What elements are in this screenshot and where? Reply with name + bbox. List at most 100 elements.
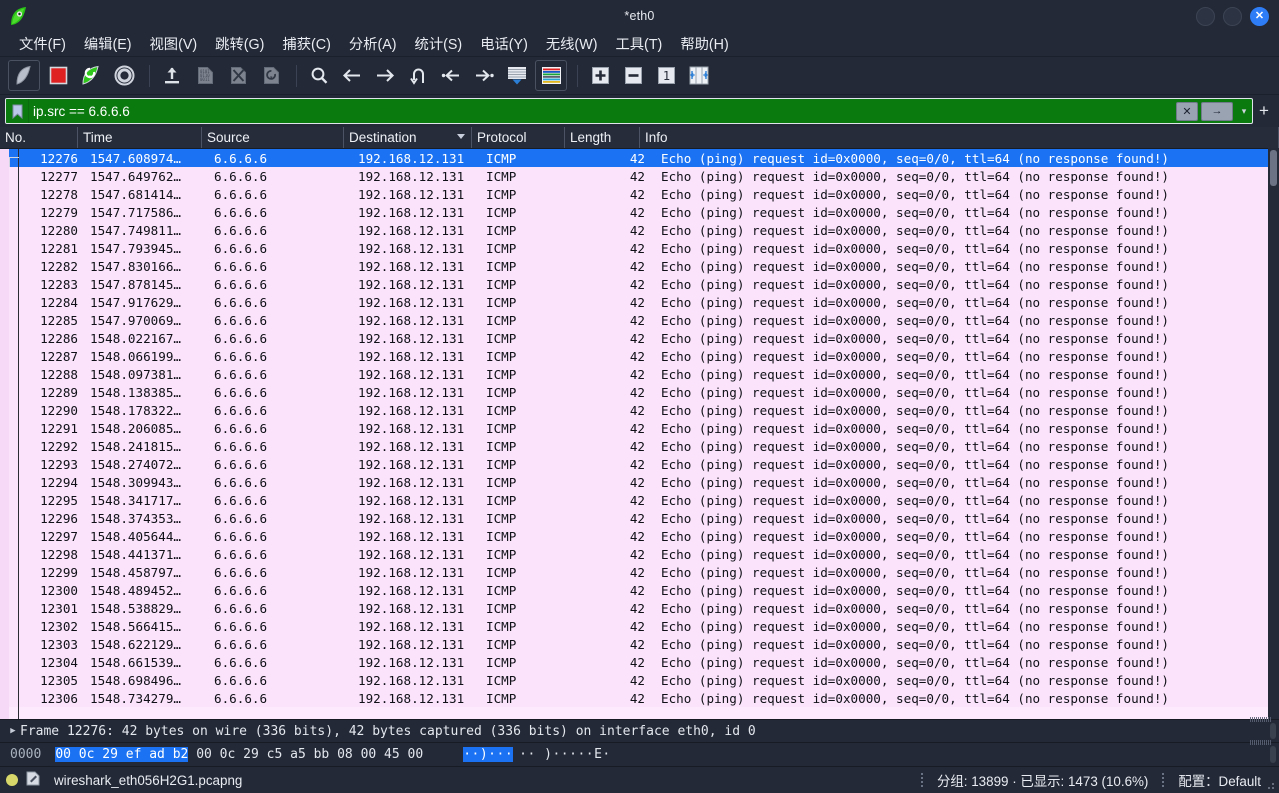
packet-row[interactable]: 12287 1548.066199… 6.6.6.6 192.168.12.131 IC… — [0, 347, 1279, 365]
packet-row[interactable]: 12296 1548.374353… 6.6.6.6 192.168.12.131 IC… — [0, 509, 1279, 527]
apply-filter-button[interactable]: → — [1201, 101, 1233, 121]
packet-time-cell: 1548.178322… — [90, 402, 181, 418]
packet-row[interactable]: 12305 1548.698496… 6.6.6.6 192.168.12.131 IC… — [0, 671, 1279, 689]
packet-row[interactable]: 12288 1548.097381… 6.6.6.6 192.168.12.131 IC… — [0, 365, 1279, 383]
packet-row[interactable]: 12300 1548.489452… 6.6.6.6 192.168.12.131 IC… — [0, 581, 1279, 599]
reload-file-button[interactable] — [256, 61, 286, 90]
packet-row[interactable]: 12277 1547.649762… 6.6.6.6 192.168.12.131 IC… — [0, 167, 1279, 185]
expert-info-icon[interactable] — [6, 774, 18, 786]
go-back-button[interactable] — [337, 61, 367, 90]
packet-row[interactable]: 12294 1548.309943… 6.6.6.6 192.168.12.131 IC… — [0, 473, 1279, 491]
packet-row[interactable]: 12286 1548.022167… 6.6.6.6 192.168.12.131 IC… — [0, 329, 1279, 347]
auto-scroll-button[interactable] — [502, 61, 532, 90]
go-forward-button[interactable] — [370, 61, 400, 90]
add-filter-button[interactable]: + — [1253, 98, 1275, 124]
go-to-packet-button[interactable] — [403, 61, 433, 90]
packet-time-cell: 1548.734279… — [90, 690, 181, 706]
packet-row[interactable]: 12279 1547.717586… 6.6.6.6 192.168.12.131 IC… — [0, 203, 1279, 221]
packet-row[interactable]: 12289 1548.138385… 6.6.6.6 192.168.12.131 IC… — [0, 383, 1279, 401]
packet-row[interactable]: 12306 1548.734279… 6.6.6.6 192.168.12.131 IC… — [0, 689, 1279, 707]
packet-row[interactable]: 12301 1548.538829… 6.6.6.6 192.168.12.131 IC… — [0, 599, 1279, 617]
expand-frame-arrow-icon[interactable]: ▶ — [6, 726, 20, 736]
go-first-packet-button[interactable] — [436, 61, 466, 90]
bytes-pane-resize-grip[interactable] — [1249, 740, 1271, 745]
packet-row[interactable]: 12295 1548.341717… 6.6.6.6 192.168.12.131 IC… — [0, 491, 1279, 509]
packet-row[interactable]: 12302 1548.566415… 6.6.6.6 192.168.12.131 IC… — [0, 617, 1279, 635]
column-header-source[interactable]: Source — [202, 127, 344, 148]
start-capture-button[interactable] — [8, 60, 40, 91]
menu-edit[interactable]: 编辑(E) — [75, 31, 141, 56]
zoom-out-button[interactable] — [618, 61, 648, 90]
hex-bytes-selected[interactable]: 00 0c 29 ef ad b2 — [55, 747, 189, 762]
menu-help[interactable]: 帮助(H) — [671, 31, 737, 56]
menu-statistics[interactable]: 统计(S) — [406, 31, 472, 56]
packet-list-scrollbar-thumb[interactable] — [1270, 150, 1277, 186]
bookmark-icon[interactable] — [6, 99, 29, 123]
packet-row[interactable]: 12293 1548.274072… 6.6.6.6 192.168.12.131 IC… — [0, 455, 1279, 473]
restart-capture-button[interactable] — [76, 61, 106, 90]
menu-view[interactable]: 视图(V) — [141, 31, 207, 56]
packet-rows-container[interactable]: 12276 1547.608974… 6.6.6.6 192.168.12.131 IC… — [0, 149, 1279, 719]
display-filter-input[interactable] — [29, 99, 1176, 123]
packet-row[interactable]: 12290 1548.178322… 6.6.6.6 192.168.12.131 IC… — [0, 401, 1279, 419]
packet-row[interactable]: 12297 1548.405644… 6.6.6.6 192.168.12.131 IC… — [0, 527, 1279, 545]
window-resize-grip[interactable] — [1267, 781, 1276, 790]
packet-details-pane[interactable]: ▶ Frame 12276: 42 bytes on wire (336 bit… — [0, 717, 1279, 742]
minimize-button[interactable] — [1196, 7, 1215, 26]
packet-row[interactable]: 12304 1548.661539… 6.6.6.6 192.168.12.131 IC… — [0, 653, 1279, 671]
packet-row[interactable]: 12282 1547.830166… 6.6.6.6 192.168.12.131 IC… — [0, 257, 1279, 275]
close-button[interactable]: ✕ — [1250, 7, 1269, 26]
close-file-button[interactable] — [223, 61, 253, 90]
column-header-no[interactable]: No. — [0, 127, 78, 148]
packet-row[interactable]: 12276 1547.608974… 6.6.6.6 192.168.12.131 IC… — [0, 149, 1279, 167]
save-file-button[interactable]: 0101 0110 0011 — [190, 61, 220, 90]
resize-columns-button[interactable] — [684, 61, 714, 90]
packet-list-scrollbar[interactable] — [1268, 148, 1279, 719]
packet-row[interactable]: 12303 1548.622129… 6.6.6.6 192.168.12.131 IC… — [0, 635, 1279, 653]
capture-file-comment-icon[interactable] — [26, 771, 40, 789]
menu-wireless[interactable]: 无线(W) — [537, 31, 607, 56]
packet-row[interactable]: 12292 1548.241815… 6.6.6.6 192.168.12.131 IC… — [0, 437, 1279, 455]
packet-row[interactable]: 12280 1547.749811… 6.6.6.6 192.168.12.131 IC… — [0, 221, 1279, 239]
bytes-pane-scrollbar[interactable] — [1270, 746, 1276, 763]
display-filter-container[interactable]: ✕ → ▾ — [5, 98, 1253, 124]
go-last-packet-button[interactable] — [469, 61, 499, 90]
detail-pane-scrollbar[interactable] — [1270, 723, 1276, 739]
ascii-selected[interactable]: ··)··· — [463, 747, 514, 762]
colorize-button[interactable] — [535, 60, 567, 91]
column-header-protocol[interactable]: Protocol — [472, 127, 565, 148]
maximize-button[interactable] — [1223, 7, 1242, 26]
menu-tools[interactable]: 工具(T) — [606, 31, 671, 56]
packet-row[interactable]: 12278 1547.681414… 6.6.6.6 192.168.12.131 IC… — [0, 185, 1279, 203]
menu-capture[interactable]: 捕获(C) — [273, 31, 339, 56]
menu-go[interactable]: 跳转(G) — [206, 31, 273, 56]
stop-capture-button[interactable] — [43, 61, 73, 90]
packet-row[interactable]: 12281 1547.793945… 6.6.6.6 192.168.12.131 IC… — [0, 239, 1279, 257]
clear-filter-button[interactable]: ✕ — [1176, 101, 1198, 121]
zoom-reset-button[interactable]: 1 — [651, 61, 681, 90]
column-header-info[interactable]: Info — [640, 127, 1279, 148]
column-header-destination[interactable]: Destination — [344, 127, 472, 148]
menu-telephony[interactable]: 电话(Y) — [471, 31, 537, 56]
packet-row[interactable]: 12283 1547.878145… 6.6.6.6 192.168.12.131 IC… — [0, 275, 1279, 293]
column-header-length[interactable]: Length — [565, 127, 640, 148]
column-header-time[interactable]: Time — [78, 127, 202, 148]
packet-protocol-cell: ICMP — [486, 312, 517, 328]
packet-bytes-pane[interactable]: 0000 00 0c 29 ef ad b2 00 0c 29 c5 a5 bb… — [0, 740, 1279, 766]
hex-bytes-rest[interactable]: 00 0c 29 c5 a5 bb 08 00 45 00 — [188, 747, 423, 762]
packet-row[interactable]: 12285 1547.970069… 6.6.6.6 192.168.12.131 IC… — [0, 311, 1279, 329]
packet-row[interactable]: 12298 1548.441371… 6.6.6.6 192.168.12.131 IC… — [0, 545, 1279, 563]
detail-pane-resize-grip[interactable] — [1249, 717, 1271, 722]
packet-row[interactable]: 12291 1548.206085… 6.6.6.6 192.168.12.131 IC… — [0, 419, 1279, 437]
profile-label[interactable]: 配置：Default — [1178, 770, 1261, 790]
zoom-in-button[interactable] — [585, 61, 615, 90]
filter-history-dropdown-icon[interactable]: ▾ — [1236, 106, 1252, 117]
packet-row[interactable]: 12299 1548.458797… 6.6.6.6 192.168.12.131 IC… — [0, 563, 1279, 581]
packet-row[interactable]: 12284 1547.917629… 6.6.6.6 192.168.12.131 IC… — [0, 293, 1279, 311]
capture-options-button[interactable] — [109, 61, 139, 90]
find-packet-button[interactable] — [304, 61, 334, 90]
menu-analyze[interactable]: 分析(A) — [340, 31, 406, 56]
menu-file[interactable]: 文件(F) — [10, 31, 75, 56]
ascii-rest[interactable]: ·· )·····E· — [519, 747, 611, 762]
open-file-button[interactable] — [157, 61, 187, 90]
